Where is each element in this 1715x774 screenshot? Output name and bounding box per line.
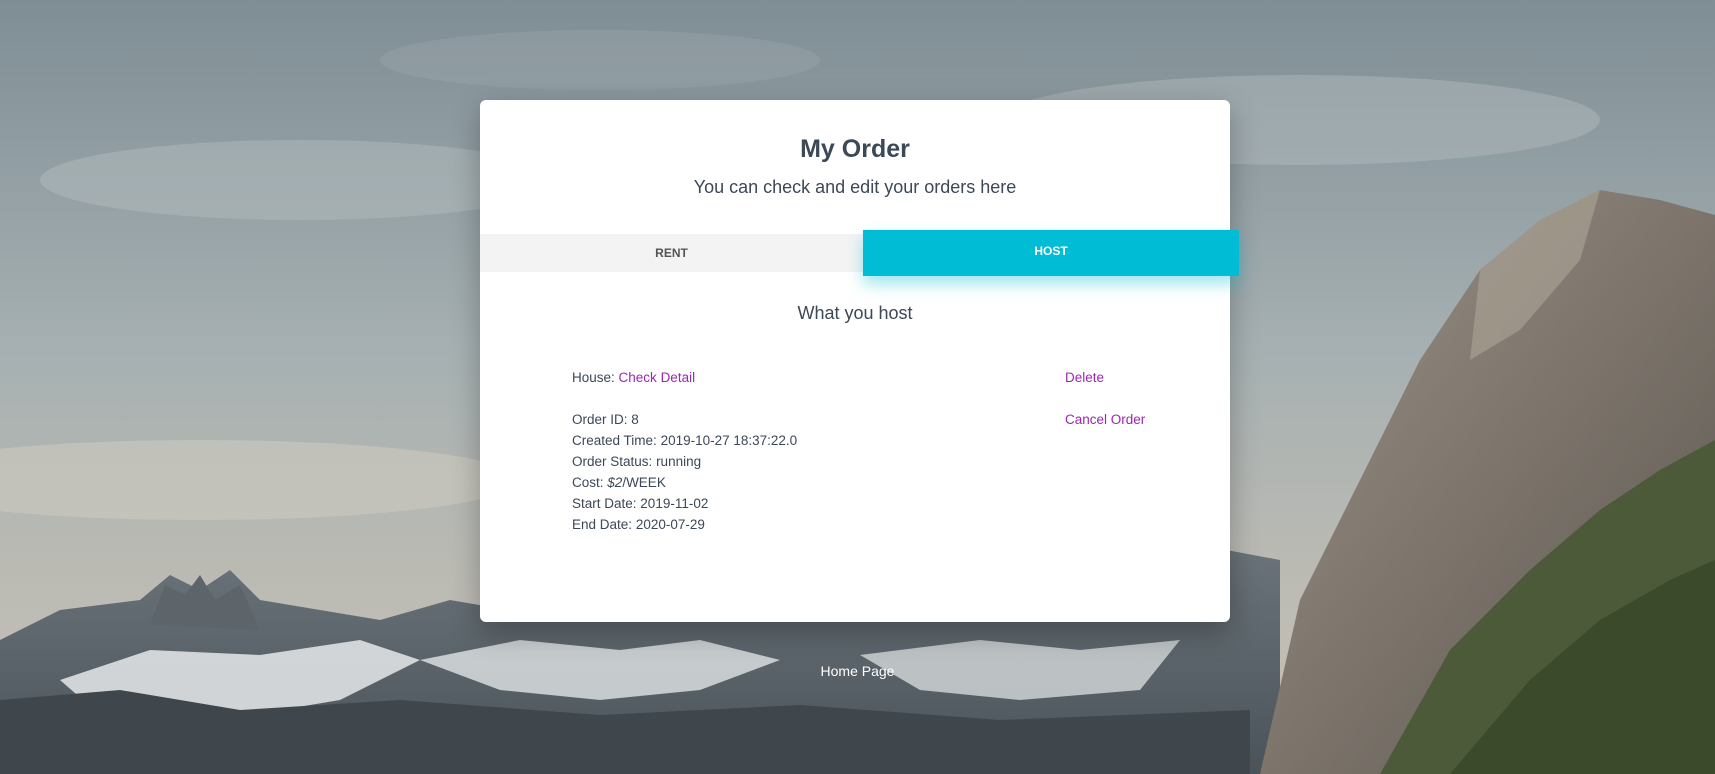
order-status-row: Order Status: running (572, 454, 701, 469)
order-id-value: 8 (631, 412, 639, 427)
page-subtitle: You can check and edit your orders here (693, 177, 1017, 197)
created-time-value: 2019-10-27 18:37:22.0 (660, 433, 798, 448)
cost-unit: /WEEK (622, 475, 666, 490)
cancel-order-link[interactable]: Cancel Order (1065, 412, 1145, 427)
order-card: My Order You can check and edit your ord… (480, 100, 1239, 622)
order-id-label: Order ID: (572, 412, 628, 427)
order-status-value: running (656, 454, 702, 469)
start-date-value: 2019-11-02 (640, 496, 709, 511)
start-date-row: Start Date: 2019-11-02 (572, 496, 708, 511)
page-title: My Order (800, 135, 910, 163)
tab-rent[interactable]: RENT (480, 234, 863, 272)
cost-amount: $2 (607, 475, 623, 490)
order-tabs: RENT HOST (480, 230, 1239, 276)
order-id-row: Order ID: 8 (572, 412, 639, 427)
delete-link[interactable]: Delete (1065, 370, 1104, 385)
created-time-row: Created Time: 2019-10-27 18:37:22.0 (572, 433, 797, 448)
start-date-label: Start Date: (572, 496, 637, 511)
order-status-label: Order Status: (572, 454, 653, 469)
cost-row: Cost: $2/WEEK (572, 475, 666, 490)
end-date-value: 2020-07-29 (635, 517, 705, 532)
tab-host[interactable]: HOST (863, 230, 1239, 276)
end-date-row: End Date: 2020-07-29 (572, 517, 705, 532)
end-date-label: End Date: (572, 517, 633, 532)
house-label: House: (572, 370, 615, 385)
check-detail-link[interactable]: Check Detail (619, 370, 696, 385)
section-heading: What you host (797, 303, 913, 323)
home-page-link[interactable]: Home Page (0, 663, 1715, 679)
house-row: House: Check Detail (572, 370, 695, 385)
cost-label: Cost: (572, 475, 604, 490)
created-time-label: Created Time: (572, 433, 657, 448)
